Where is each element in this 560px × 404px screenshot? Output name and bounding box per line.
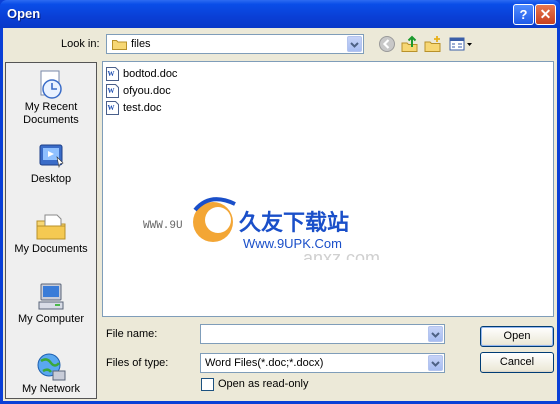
file-name-label: ofyou.doc (123, 85, 171, 97)
look-in-value: files (131, 38, 151, 50)
word-doc-icon: W (106, 84, 119, 98)
file-name-combo[interactable] (200, 324, 445, 344)
place-label-my-computer: My Computer (17, 313, 85, 325)
dialog-client-area: Look in: files My Recent Documents Deskt… (3, 28, 557, 401)
place-my-documents[interactable]: My Documents (6, 211, 96, 256)
chevron-down-icon[interactable] (347, 36, 362, 52)
my-computer-icon (38, 283, 64, 310)
watermark-left-text: WWW.9U (143, 220, 183, 232)
title-bar[interactable]: Open ? ✕ (0, 0, 560, 28)
watermark-url: Www.9UPK.Com (243, 236, 342, 251)
folder-icon (112, 40, 127, 50)
files-of-type-combo[interactable]: Word Files(*.doc;*.docx) (200, 353, 445, 373)
svg-text:W: W (108, 70, 115, 78)
file-list[interactable]: W bodtod.doc W ofyou.doc W test.doc WWW.… (102, 61, 554, 317)
file-name-label: test.doc (123, 102, 162, 114)
word-doc-icon: W (106, 67, 119, 81)
watermark-logo: WWW.9U 久友下载站 Www.9UPK.Com anxz.com (143, 197, 380, 260)
back-icon[interactable] (378, 35, 396, 53)
place-my-network[interactable]: My Network (6, 351, 96, 396)
look-in-combo[interactable]: files (106, 34, 364, 54)
watermark-anxz: anxz.com (303, 248, 380, 260)
read-only-label: Open as read-only (218, 378, 309, 390)
desktop-icon (39, 144, 64, 169)
svg-text:W: W (108, 87, 115, 95)
my-documents-icon (36, 214, 66, 240)
window-title: Open (7, 6, 41, 21)
file-name-input[interactable] (203, 326, 423, 342)
place-my-computer[interactable]: My Computer (6, 281, 96, 326)
place-label-my-network: My Network (21, 383, 81, 395)
place-label-my-documents: My Documents (14, 243, 88, 255)
close-button[interactable]: ✕ (535, 4, 556, 25)
recent-documents-icon (40, 70, 62, 99)
my-network-icon (37, 353, 66, 381)
read-only-checkbox[interactable] (201, 378, 214, 391)
places-bar: My Recent Documents Desktop My Documents… (5, 62, 97, 399)
up-folder-icon[interactable] (401, 35, 419, 53)
places-bar-inner: My Recent Documents Desktop My Documents… (6, 63, 96, 398)
look-in-label: Look in: (61, 38, 100, 50)
files-of-type-value: Word Files(*.doc;*.docx) (205, 357, 324, 369)
place-my-recent-documents[interactable]: My Recent Documents (6, 69, 96, 127)
new-folder-icon[interactable] (424, 35, 442, 53)
place-desktop[interactable]: Desktop (6, 141, 96, 186)
place-label-recent: My Recent Documents (23, 101, 79, 126)
place-label-desktop: Desktop (30, 173, 72, 185)
cancel-button[interactable]: Cancel (480, 352, 554, 373)
files-of-type-label: Files of type: (106, 357, 169, 369)
watermark-site-name: 久友下载站 (239, 210, 349, 236)
open-dialog-window: Open ? ✕ Look in: files My Recent Docume… (0, 0, 560, 404)
chevron-down-icon[interactable] (428, 355, 443, 371)
views-menu-icon[interactable] (449, 35, 473, 53)
file-name-label: bodtod.doc (123, 68, 178, 80)
word-doc-icon: W (106, 101, 119, 115)
chevron-down-icon[interactable] (428, 326, 443, 342)
file-name-label: File name: (106, 328, 158, 340)
svg-text:W: W (108, 104, 115, 112)
open-button[interactable]: Open (480, 326, 554, 347)
help-button[interactable]: ? (513, 4, 534, 25)
